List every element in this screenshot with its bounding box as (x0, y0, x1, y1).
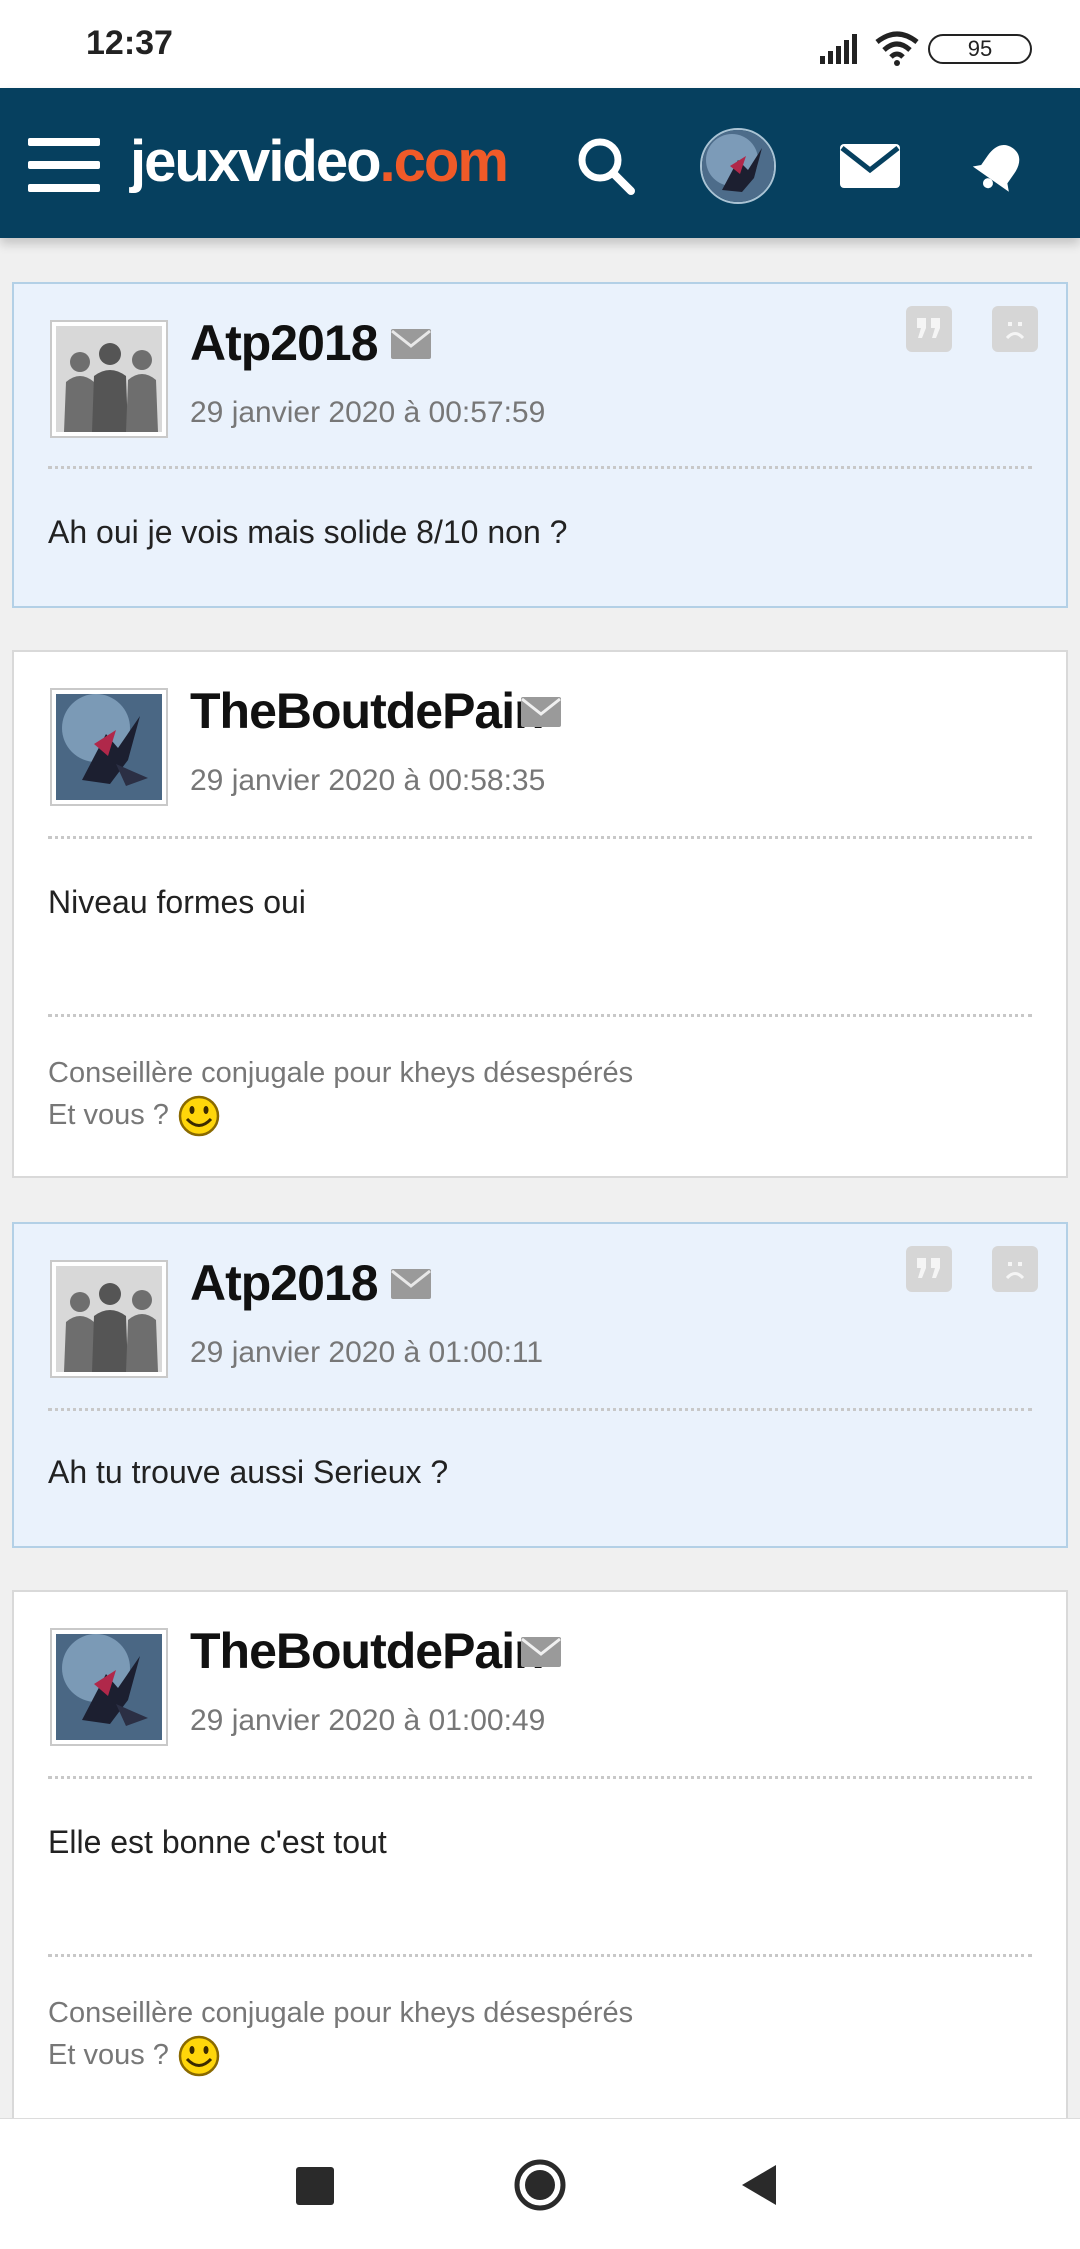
author-avatar[interactable] (50, 1260, 168, 1378)
logo-main-text: jeuxvideo (130, 129, 382, 194)
author-avatar[interactable] (50, 320, 168, 438)
silhouettes-avatar-image (56, 1266, 162, 1372)
system-navigation-bar (0, 2118, 1080, 2249)
signature-line: Et vous ? (48, 1094, 633, 1138)
signal-icon (820, 34, 857, 64)
notifications-button[interactable] (962, 128, 1038, 204)
sad-face-icon (1005, 1262, 1025, 1280)
recents-button[interactable] (296, 2167, 334, 2205)
hamburger-icon[interactable] (28, 138, 100, 192)
status-bar: 12:37 95 (0, 0, 1080, 88)
user-avatar-button[interactable] (700, 128, 776, 204)
post-date[interactable]: 29 janvier 2020 à 00:57:59 (190, 396, 545, 430)
divider (48, 836, 1032, 839)
signature-text: Et vous ? (48, 2039, 169, 2071)
bell-icon (972, 145, 1020, 192)
post-signature: Conseillère conjugale pour kheys désespé… (48, 1052, 633, 1138)
post-author[interactable]: TheBoutdePain (190, 1622, 545, 1680)
messages-button[interactable] (832, 128, 908, 204)
dragon-avatar-image (56, 1634, 162, 1740)
signature-divider (48, 1954, 1032, 1957)
author-avatar[interactable] (50, 688, 168, 806)
post-author[interactable]: Atp2018 (190, 1254, 379, 1312)
wifi-icon (875, 31, 919, 66)
envelope-icon[interactable] (390, 328, 432, 360)
post-message: Ah tu trouve aussi Serieux ? (48, 1454, 449, 1490)
post-date[interactable]: 29 janvier 2020 à 01:00:49 (190, 1704, 545, 1738)
post-date[interactable]: 29 janvier 2020 à 01:00:11 (190, 1336, 543, 1370)
signature-text: Et vous ? (48, 1099, 169, 1131)
divider (48, 1408, 1032, 1411)
battery-indicator: 95 (928, 34, 1032, 64)
forum-post: Atp2018 29 janvier 2020 à 00:57:59 Ah ou… (12, 282, 1068, 608)
back-button[interactable] (740, 2163, 780, 2207)
post-signature: Conseillère conjugale pour kheys désespé… (48, 1992, 633, 2078)
divider (48, 466, 1032, 469)
forum-messages-list: Atp2018 29 janvier 2020 à 00:57:59 Ah ou… (0, 238, 1080, 2118)
signature-divider (48, 1014, 1032, 1017)
signature-line: Conseillère conjugale pour kheys désespé… (48, 1997, 634, 2029)
search-button[interactable] (568, 128, 644, 204)
sad-face-icon (1005, 322, 1025, 340)
report-button[interactable] (992, 306, 1038, 352)
envelope-icon[interactable] (520, 696, 562, 728)
dragon-avatar-image (56, 694, 162, 800)
forum-post: TheBoutdePain 29 janvier 2020 à 00:58:35… (12, 650, 1068, 1178)
silhouettes-avatar-image (56, 326, 162, 432)
smiley-icon (178, 2036, 220, 2077)
status-icons: 95 (820, 0, 1080, 88)
envelope-icon[interactable] (520, 1636, 562, 1668)
forum-post: Atp2018 29 janvier 2020 à 01:00:11 Ah tu… (12, 1222, 1068, 1548)
forum-post: TheBoutdePain 29 janvier 2020 à 01:00:49… (12, 1590, 1068, 2118)
dragon-avatar-image (702, 130, 774, 202)
post-message: Elle est bonne c'est tout (48, 1824, 387, 1860)
post-message: Ah oui je vois mais solide 8/10 non ? (48, 514, 568, 550)
status-time: 12:37 (86, 24, 173, 62)
top-navigation-bar: jeuxvideo.com (0, 88, 1080, 238)
envelope-icon[interactable] (390, 1268, 432, 1300)
quote-icon (917, 318, 940, 338)
envelope-icon (840, 144, 900, 188)
home-button[interactable] (512, 2157, 568, 2213)
post-author[interactable]: Atp2018 (190, 314, 379, 372)
post-author[interactable]: TheBoutdePain (190, 682, 545, 740)
quote-button[interactable] (906, 306, 952, 352)
quote-button[interactable] (906, 1246, 952, 1292)
search-icon (578, 138, 635, 195)
smiley-icon (178, 1096, 220, 1137)
post-date[interactable]: 29 janvier 2020 à 00:58:35 (190, 764, 545, 798)
avatar (700, 128, 776, 204)
post-message: Niveau formes oui (48, 884, 306, 920)
logo-accent-text: .com (379, 129, 509, 194)
signature-line: Conseillère conjugale pour kheys désespé… (48, 1057, 634, 1089)
signature-line: Et vous ? (48, 2034, 633, 2078)
report-button[interactable] (992, 1246, 1038, 1292)
author-avatar[interactable] (50, 1628, 168, 1746)
site-logo[interactable]: jeuxvideo.com (130, 128, 509, 195)
quote-icon (917, 1258, 940, 1278)
divider (48, 1776, 1032, 1779)
